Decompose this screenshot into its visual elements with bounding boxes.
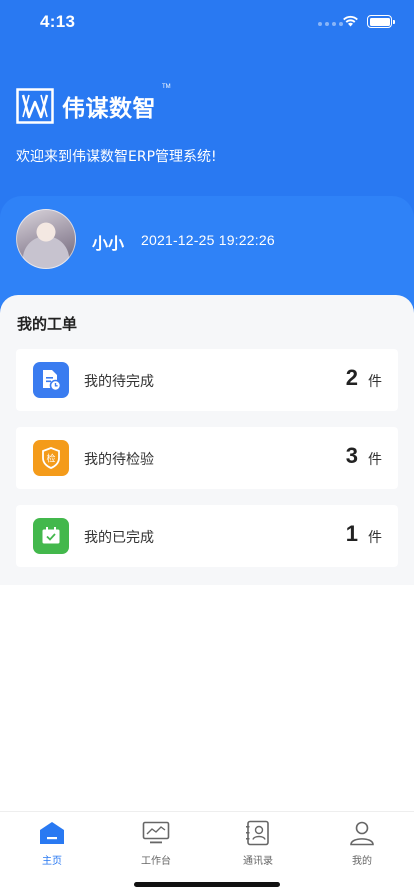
tab-label: 我的 xyxy=(352,856,372,867)
task-count: 3 xyxy=(345,443,358,468)
task-card-pending[interactable]: 我的待完成 2 件 xyxy=(16,349,398,411)
task-unit: 件 xyxy=(368,530,382,546)
tab-home[interactable]: 主页 xyxy=(12,818,92,867)
task-label: 我的已完成 xyxy=(84,530,154,546)
avatar[interactable] xyxy=(16,209,76,269)
home-icon xyxy=(37,818,67,848)
profile-card[interactable]: 小小 2021-12-25 19:22:26 xyxy=(0,196,414,306)
document-clock-icon xyxy=(33,362,69,398)
tab-workbench[interactable]: 工作台 xyxy=(116,818,196,867)
status-bar: 4:13 xyxy=(0,0,414,44)
tab-label: 主页 xyxy=(42,856,62,867)
task-unit: 件 xyxy=(368,374,382,390)
task-count: 1 xyxy=(345,521,358,546)
user-name: 小小 xyxy=(92,234,125,253)
tab-mine[interactable]: 我的 xyxy=(322,818,402,867)
signal-dots-icon xyxy=(318,22,343,26)
status-time: 4:13 xyxy=(40,12,76,31)
person-icon xyxy=(347,818,377,848)
task-unit: 件 xyxy=(368,452,382,468)
svg-text:检: 检 xyxy=(46,453,55,465)
task-label: 我的待完成 xyxy=(84,374,154,390)
brand-name: 伟谋数智 xyxy=(62,96,156,122)
home-indicator xyxy=(134,882,280,887)
section-title: 我的工单 xyxy=(17,315,78,333)
battery-icon xyxy=(367,15,395,28)
inspect-badge-icon: 检 xyxy=(33,440,69,476)
brand-mark-icon xyxy=(16,88,54,124)
work-order-section: 我的工单 我的待完成 2 件 检 我的待检验 3 件 我的已完成 1 件 xyxy=(0,295,414,585)
task-card-completed[interactable]: 我的已完成 1 件 xyxy=(16,505,398,567)
welcome-message: 欢迎来到伟谋数智ERP管理系统! xyxy=(16,149,217,165)
trademark-mark: TM xyxy=(162,84,171,90)
contacts-icon xyxy=(243,818,273,848)
task-count: 2 xyxy=(345,365,358,390)
task-label: 我的待检验 xyxy=(84,452,154,468)
monitor-icon xyxy=(141,818,171,848)
tab-contacts[interactable]: 通讯录 xyxy=(218,818,298,867)
tab-label: 通讯录 xyxy=(243,856,273,867)
wifi-icon xyxy=(343,15,358,27)
calendar-check-icon xyxy=(33,518,69,554)
tab-label: 工作台 xyxy=(141,856,171,867)
task-card-inspection[interactable]: 检 我的待检验 3 件 xyxy=(16,427,398,489)
brand-logo: 伟谋数智 TM xyxy=(16,84,171,124)
login-timestamp: 2021-12-25 19:22:26 xyxy=(141,232,275,248)
